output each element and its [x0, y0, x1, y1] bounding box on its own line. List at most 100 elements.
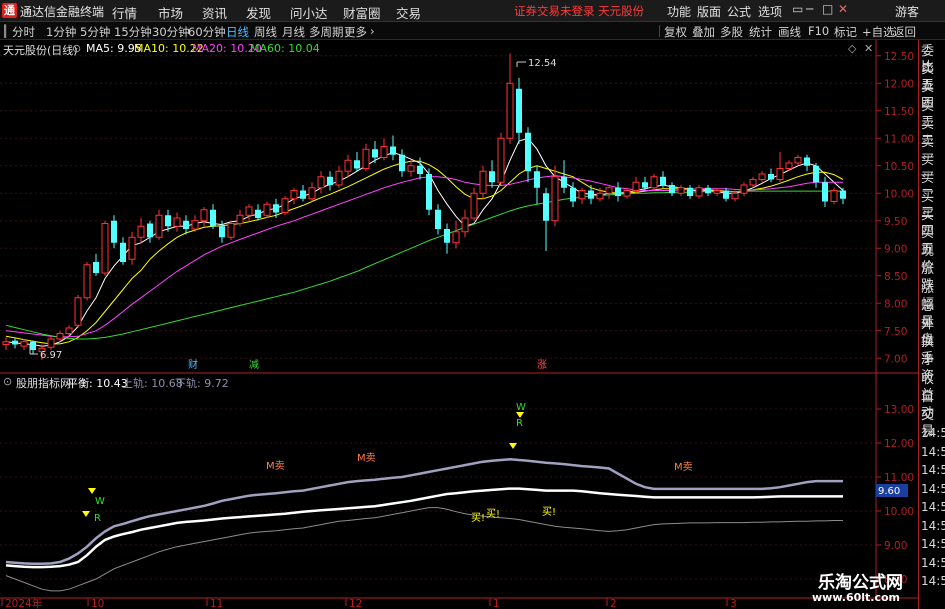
candle-body: [372, 149, 378, 158]
event-rise-label[interactable]: 涨: [537, 359, 547, 371]
period-monthly[interactable]: 月线: [282, 24, 305, 40]
candle-body: [687, 187, 693, 196]
period-15min[interactable]: 15分钟: [114, 24, 152, 40]
period-intraday[interactable]: 分时: [12, 24, 35, 40]
candle-body: [354, 160, 360, 169]
multi-stock-button[interactable]: 多股: [720, 24, 743, 40]
candle-body: [300, 190, 306, 199]
time-tick-label: 2: [610, 598, 617, 609]
candle-body: [632, 181, 640, 191]
candle-body: [785, 162, 793, 169]
candle-body: [669, 185, 675, 194]
candle-body: [317, 176, 325, 189]
period-daily[interactable]: 日线: [226, 24, 249, 40]
menu-quotes[interactable]: 行情: [112, 3, 137, 22]
candle-body: [263, 203, 271, 216]
menu-news[interactable]: 资讯: [202, 3, 227, 22]
candle-body: [128, 236, 136, 260]
restore-icon[interactable]: ─: [806, 2, 813, 16]
candle-body: [596, 192, 604, 200]
candle-body: [30, 341, 36, 350]
candle-body: [399, 154, 405, 172]
event-finance-label[interactable]: 财: [188, 358, 198, 371]
candle-body: [695, 187, 703, 197]
f10-button[interactable]: F10: [808, 24, 829, 38]
guest-button[interactable]: 游客: [895, 3, 919, 20]
candles: [2, 53, 846, 360]
statistics-button[interactable]: 统计: [749, 24, 772, 40]
period-more[interactable]: 更多: [344, 24, 367, 40]
signal-w-top: W: [516, 402, 526, 413]
period-multi[interactable]: 多周期: [309, 24, 344, 40]
period-1min[interactable]: 1分钟: [46, 24, 76, 40]
event-reduce-label[interactable]: 减: [249, 359, 259, 371]
close-pane-icon[interactable]: ✕: [864, 42, 873, 55]
minimize-icon[interactable]: ▭: [792, 2, 803, 16]
kline-chart[interactable]: 12.50 12.00 11.50 11.00 10.50 10.00 9.50 9.00 8.…: [0, 40, 918, 609]
side-time: 14:56: [921, 555, 945, 570]
candle-body: [155, 214, 163, 238]
quote-side-panel: 委比 卖五 卖四 卖三 卖二 卖一 买一 买二 买三 买四 买五 现价 涨跌 涨幅 总量 外盘 换手 净资 收益 自动…: [918, 40, 945, 609]
candle-body: [426, 174, 432, 210]
candle-body: [623, 190, 631, 197]
candle-body: [794, 157, 802, 164]
period-60min[interactable]: 60分钟: [188, 24, 226, 40]
login-warning[interactable]: 证券交易未登录 天元股份: [514, 3, 644, 19]
candle-body: [344, 159, 352, 172]
menu-options[interactable]: 选项: [758, 3, 782, 20]
mark-button[interactable]: 标记: [834, 24, 857, 40]
candle-body: [83, 264, 91, 299]
menu-trade[interactable]: 交易: [396, 3, 421, 22]
indicator-lines: [5, 458, 843, 592]
candle-body: [822, 182, 828, 202]
price-tick-label: 10.50: [884, 161, 914, 173]
time-axis: 2024年 10 11 12 1 2 3: [1, 597, 737, 609]
diamond-icon[interactable]: ◇: [848, 42, 857, 55]
menu-market[interactable]: 市场: [158, 3, 183, 22]
candle-body: [210, 209, 216, 227]
menu-ask[interactable]: 问小达: [290, 3, 328, 22]
signal-sell-1: M卖: [266, 460, 285, 472]
menu-functions[interactable]: 功能: [667, 3, 691, 20]
indicator-name[interactable]: 股朋指标网: [16, 375, 71, 391]
candle-body: [605, 187, 613, 194]
restore-rights-button[interactable]: 复权: [664, 24, 687, 40]
indicator-menu-icon[interactable]: ⊙: [3, 375, 12, 388]
candle-body: [677, 187, 685, 194]
candle-body: [452, 231, 460, 244]
time-tick-label: 2024年: [5, 597, 42, 609]
candle-body: [390, 146, 396, 155]
candle-body: [362, 148, 370, 169]
maximize-icon[interactable]: □: [822, 2, 833, 16]
menu-wealth[interactable]: 财富圈: [343, 3, 381, 22]
period-5min[interactable]: 5分钟: [80, 24, 110, 40]
signal-sell-2: M卖: [357, 452, 376, 464]
period-weekly[interactable]: 周线: [254, 24, 277, 40]
candle-body: [65, 327, 73, 334]
menu-layout[interactable]: 版面: [697, 3, 721, 20]
price-tick-label: 7.00: [884, 353, 907, 365]
candle-body: [561, 176, 567, 188]
price-tick-label: 9.00: [884, 243, 907, 255]
menu-discover[interactable]: 发现: [246, 3, 271, 22]
menu-formula[interactable]: 公式: [727, 3, 751, 20]
indicator-tick-label: 10.00: [884, 506, 914, 518]
back-button[interactable]: 返回: [893, 24, 916, 40]
chevron-right-icon[interactable]: ›: [370, 24, 375, 38]
period-30min[interactable]: 30分钟: [152, 24, 190, 40]
candle-body: [461, 217, 469, 233]
signal-buy-1: 买!: [471, 512, 485, 524]
indicator-grid: [0, 408, 876, 580]
close-icon[interactable]: ✕: [838, 2, 848, 16]
price-tick-label: 7.50: [884, 326, 907, 338]
add-watchlist-button[interactable]: +自选: [862, 24, 895, 40]
signal-marker-left2: [82, 511, 90, 517]
draw-line-button[interactable]: 画线: [778, 24, 801, 40]
candle-body: [705, 187, 711, 194]
chevron-down-icon[interactable]: ⊙: [72, 42, 81, 55]
overlay-button[interactable]: 叠加: [692, 24, 715, 40]
signal-marker-left1: [88, 488, 96, 494]
signal-sell-3: M卖: [674, 461, 693, 473]
candle-body: [12, 340, 18, 345]
app-logo-icon: 通: [2, 3, 17, 18]
